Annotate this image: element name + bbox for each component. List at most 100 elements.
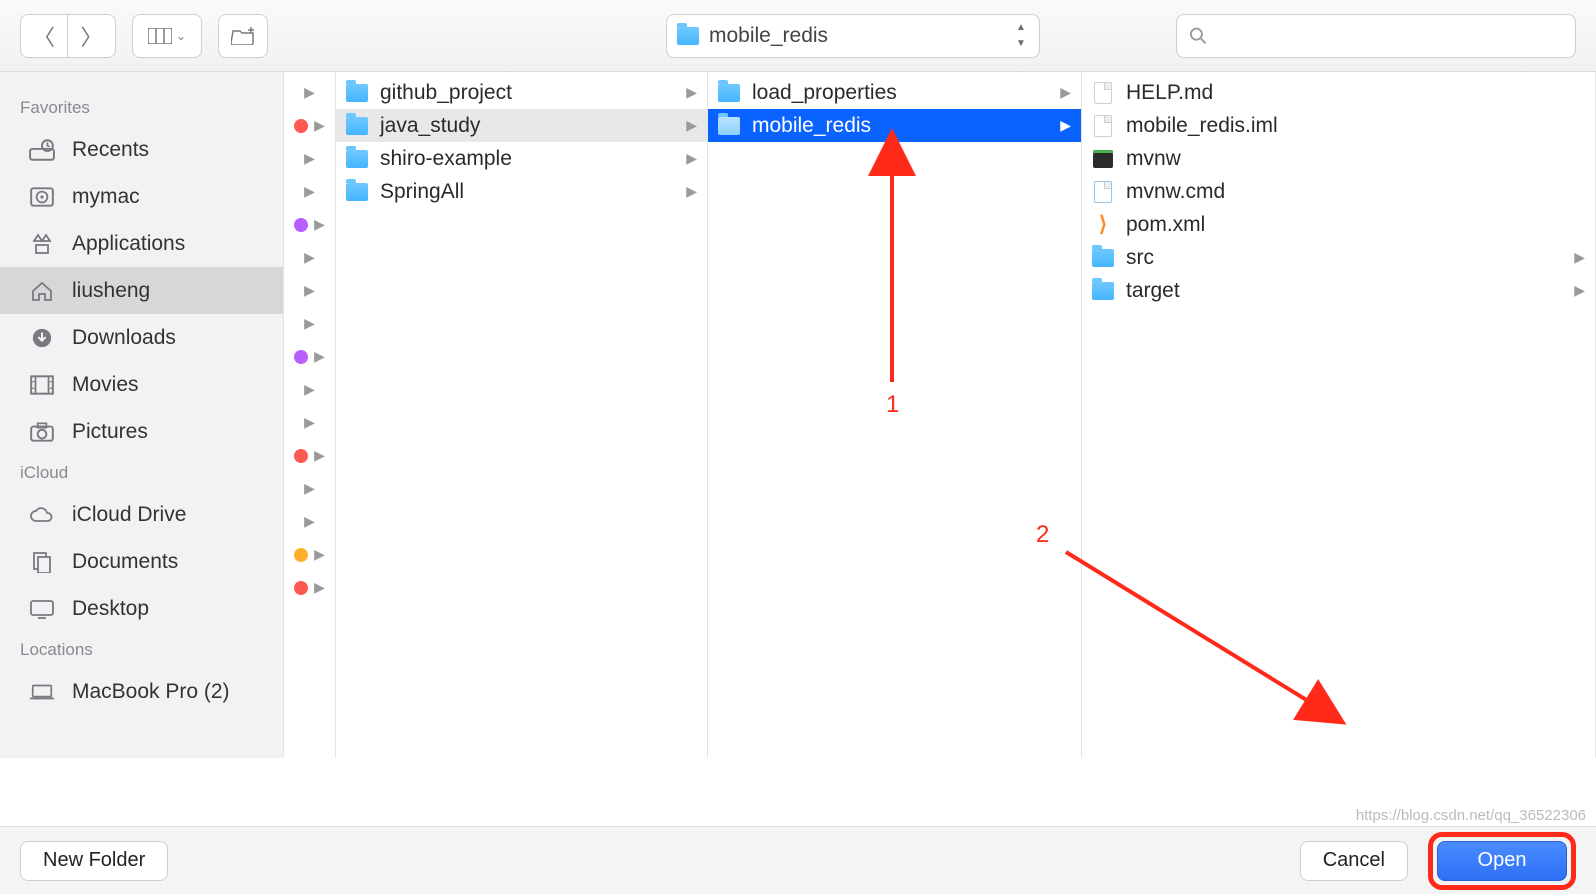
tag-dot-icon xyxy=(294,449,308,463)
tag-strip: ▶▶▶▶▶▶▶▶▶▶▶▶▶▶▶▶ xyxy=(284,72,336,758)
cloud-icon xyxy=(28,503,56,527)
file-name: java_study xyxy=(380,114,480,138)
disclosure-icon: ▶ xyxy=(304,414,315,431)
new-folder-button[interactable]: New Folder xyxy=(20,841,168,881)
chevron-right-icon: ▶ xyxy=(686,150,697,167)
disk-icon xyxy=(28,185,56,209)
file-name: src xyxy=(1126,246,1154,270)
chevron-right-icon: ▶ xyxy=(1574,249,1585,266)
sidebar-item-macbook-pro-2-[interactable]: MacBook Pro (2) xyxy=(0,668,283,715)
sidebar-item-applications[interactable]: Applications xyxy=(0,220,283,267)
tag-row[interactable]: ▶ xyxy=(284,571,335,604)
tag-dot-icon xyxy=(294,350,308,364)
file-name: shiro-example xyxy=(380,147,512,171)
tag-row[interactable]: ▶ xyxy=(284,307,335,340)
view-mode-button[interactable]: ⌄ xyxy=(132,14,202,58)
search-field[interactable] xyxy=(1176,14,1576,58)
sidebar-item-label: Desktop xyxy=(72,597,149,621)
tag-row[interactable]: ▶ xyxy=(284,472,335,505)
file-row[interactable]: mvnw xyxy=(1082,142,1595,175)
sidebar-item-mymac[interactable]: mymac xyxy=(0,173,283,220)
file-name: pom.xml xyxy=(1126,213,1205,237)
sidebar-item-label: iCloud Drive xyxy=(72,503,186,527)
tag-row[interactable]: ▶ xyxy=(284,538,335,571)
folder-icon xyxy=(718,83,740,103)
chevron-left-icon: 〈 xyxy=(33,20,55,52)
file-row[interactable]: load_properties ▶ xyxy=(708,76,1081,109)
tag-row[interactable]: ▶ xyxy=(284,274,335,307)
forward-button[interactable]: 〉 xyxy=(68,14,116,58)
tag-row[interactable]: ▶ xyxy=(284,109,335,142)
path-label: mobile_redis xyxy=(709,24,828,48)
disclosure-icon: ▶ xyxy=(304,249,315,266)
sidebar-item-pictures[interactable]: Pictures xyxy=(0,408,283,455)
toolbar: 〈 〉 ⌄ mobile_redis ▲▼ xyxy=(0,0,1596,72)
group-button[interactable] xyxy=(218,14,268,58)
film-icon xyxy=(28,373,56,397)
file-name: mobile_redis xyxy=(752,114,871,138)
file-row[interactable]: src ▶ xyxy=(1082,241,1595,274)
file-row[interactable]: shiro-example ▶ xyxy=(336,142,707,175)
sidebar-item-icloud-drive[interactable]: iCloud Drive xyxy=(0,491,283,538)
folder-icon xyxy=(677,27,699,45)
sidebar-item-desktop[interactable]: Desktop xyxy=(0,585,283,632)
sidebar-item-label: liusheng xyxy=(72,279,150,303)
sidebar-item-recents[interactable]: Recents xyxy=(0,126,283,173)
home-icon xyxy=(28,279,56,303)
sidebar-item-label: Downloads xyxy=(72,326,176,350)
search-input[interactable] xyxy=(1217,24,1563,47)
chevron-down-icon: ⌄ xyxy=(176,29,186,43)
folder-icon xyxy=(346,83,368,103)
tag-row[interactable]: ▶ xyxy=(284,406,335,439)
folder-icon xyxy=(718,116,740,136)
tag-row[interactable]: ▶ xyxy=(284,505,335,538)
chevron-right-icon: ▶ xyxy=(1574,282,1585,299)
back-button[interactable]: 〈 xyxy=(20,14,68,58)
tag-row[interactable]: ▶ xyxy=(284,208,335,241)
disclosure-icon: ▶ xyxy=(304,513,315,530)
open-button[interactable]: Open xyxy=(1437,841,1567,881)
path-dropdown[interactable]: mobile_redis ▲▼ xyxy=(666,14,1040,58)
disclosure-icon: ▶ xyxy=(304,381,315,398)
document-icon xyxy=(1092,116,1114,136)
tag-row[interactable]: ▶ xyxy=(284,340,335,373)
desktop-icon xyxy=(28,597,56,621)
tag-dot-icon xyxy=(294,218,308,232)
file-row[interactable]: mobile_redis.iml xyxy=(1082,109,1595,142)
folder-plus-icon xyxy=(231,27,255,45)
tag-row[interactable]: ▶ xyxy=(284,76,335,109)
file-name: load_properties xyxy=(752,81,897,105)
sidebar-item-documents[interactable]: Documents xyxy=(0,538,283,585)
folder-icon xyxy=(346,182,368,202)
file-row[interactable]: SpringAll▶ xyxy=(336,175,707,208)
tag-row[interactable]: ▶ xyxy=(284,241,335,274)
tag-row[interactable]: ▶ xyxy=(284,373,335,406)
download-icon xyxy=(28,326,56,350)
cancel-button[interactable]: Cancel xyxy=(1300,841,1408,881)
file-name: github_project xyxy=(380,81,512,105)
tag-row[interactable]: ▶ xyxy=(284,439,335,472)
file-row[interactable]: mobile_redis▶ xyxy=(708,109,1081,142)
tag-row[interactable]: ▶ xyxy=(284,175,335,208)
clock-drive-icon xyxy=(28,138,56,162)
sidebar-item-label: Documents xyxy=(72,550,178,574)
tag-dot-icon xyxy=(294,548,308,562)
file-row[interactable]: github_project▶ xyxy=(336,76,707,109)
sidebar-item-label: mymac xyxy=(72,185,140,209)
file-name: SpringAll xyxy=(380,180,464,204)
sidebar-item-movies[interactable]: Movies xyxy=(0,361,283,408)
file-row[interactable]: mvnw.cmd xyxy=(1082,175,1595,208)
sidebar-item-liusheng[interactable]: liusheng xyxy=(0,267,283,314)
sidebar-item-downloads[interactable]: Downloads xyxy=(0,314,283,361)
search-icon xyxy=(1189,26,1207,46)
sidebar-item-label: MacBook Pro (2) xyxy=(72,680,230,704)
chevron-right-icon: ▶ xyxy=(1060,84,1071,101)
file-row[interactable]: ⟩pom.xml xyxy=(1082,208,1595,241)
file-row[interactable]: java_study▶ xyxy=(336,109,707,142)
column-2: load_properties ▶ mobile_redis▶ xyxy=(708,72,1082,758)
file-name: mvnw.cmd xyxy=(1126,180,1225,204)
file-row[interactable]: target▶ xyxy=(1082,274,1595,307)
file-row[interactable]: HELP.md xyxy=(1082,76,1595,109)
sidebar-heading: Favorites xyxy=(0,90,283,126)
tag-row[interactable]: ▶ xyxy=(284,142,335,175)
